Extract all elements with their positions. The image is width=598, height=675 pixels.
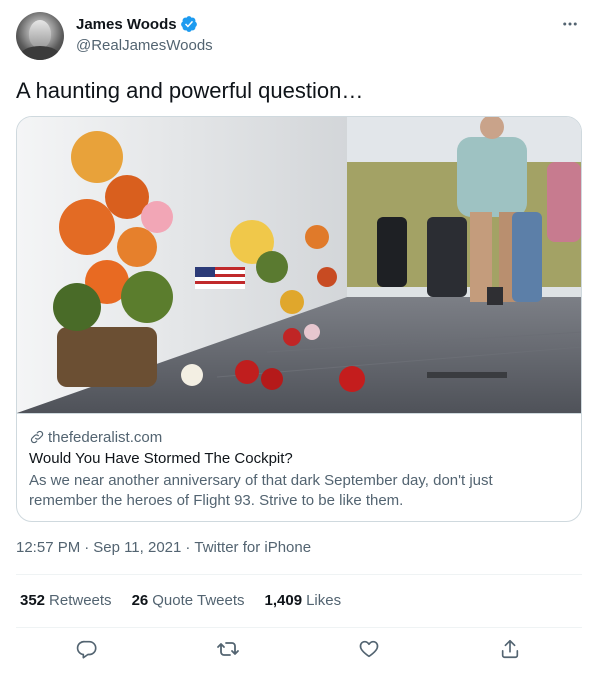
retweets-count: 352: [20, 592, 46, 609]
retweet-icon[interactable]: [215, 636, 241, 662]
tweet-meta: 12:57 PM · Sep 11, 2021 · Twitter for iP…: [16, 539, 311, 556]
quote-tweets-label: Quote Tweets: [152, 592, 245, 609]
tweet-actions: [16, 636, 582, 666]
avatar-shoulders: [20, 46, 60, 60]
card-description: As we near another anniversary of that d…: [29, 471, 571, 511]
avatar-face: [29, 20, 51, 48]
display-name[interactable]: James Woods: [76, 16, 177, 33]
tweet-stats: 352 Retweets 26 Quote Tweets 1,409 Likes: [20, 592, 341, 609]
retweets-stat[interactable]: 352 Retweets: [20, 592, 112, 609]
likes-count: 1,409: [264, 592, 303, 609]
reply-icon[interactable]: [74, 636, 100, 662]
link-icon: [30, 430, 44, 444]
quote-tweets-stat[interactable]: 26 Quote Tweets: [132, 592, 245, 609]
card-description-line: As we near another anniversary of that d…: [29, 472, 493, 489]
tweet-time[interactable]: 12:57 PM: [16, 539, 80, 556]
share-icon[interactable]: [497, 636, 523, 662]
divider: [16, 574, 582, 575]
handle[interactable]: @RealJamesWoods: [76, 37, 213, 54]
tweet-source[interactable]: Twitter for iPhone: [194, 539, 311, 556]
divider: [16, 627, 582, 628]
card-title: Would You Have Stormed The Cockpit?: [29, 450, 293, 467]
link-card[interactable]: thefederalist.com Would You Have Stormed…: [16, 116, 582, 522]
tweet-date[interactable]: Sep 11, 2021: [93, 539, 181, 556]
likes-stat[interactable]: 1,409 Likes: [265, 592, 342, 609]
card-body[interactable]: thefederalist.com Would You Have Stormed…: [17, 413, 581, 521]
verified-badge-icon: [180, 16, 197, 32]
retweets-label: Retweets: [49, 592, 112, 609]
like-icon[interactable]: [356, 636, 382, 662]
card-image[interactable]: [17, 117, 582, 413]
more-icon[interactable]: [560, 14, 580, 34]
meta-separator: ·: [84, 539, 90, 556]
card-domain: thefederalist.com: [48, 428, 163, 446]
tweet-header: James Woods @RealJamesWoods: [16, 12, 582, 60]
tweet-text: A haunting and powerful question…: [16, 78, 364, 103]
name-row: James Woods: [76, 15, 198, 33]
meta-separator: ·: [185, 539, 191, 556]
card-domain-row: thefederalist.com: [29, 427, 571, 447]
likes-label: Likes: [306, 592, 342, 609]
avatar[interactable]: [16, 12, 64, 60]
quote-tweets-count: 26: [131, 592, 149, 609]
card-description-line: remember the heroes of Flight 93. Strive…: [29, 492, 404, 509]
